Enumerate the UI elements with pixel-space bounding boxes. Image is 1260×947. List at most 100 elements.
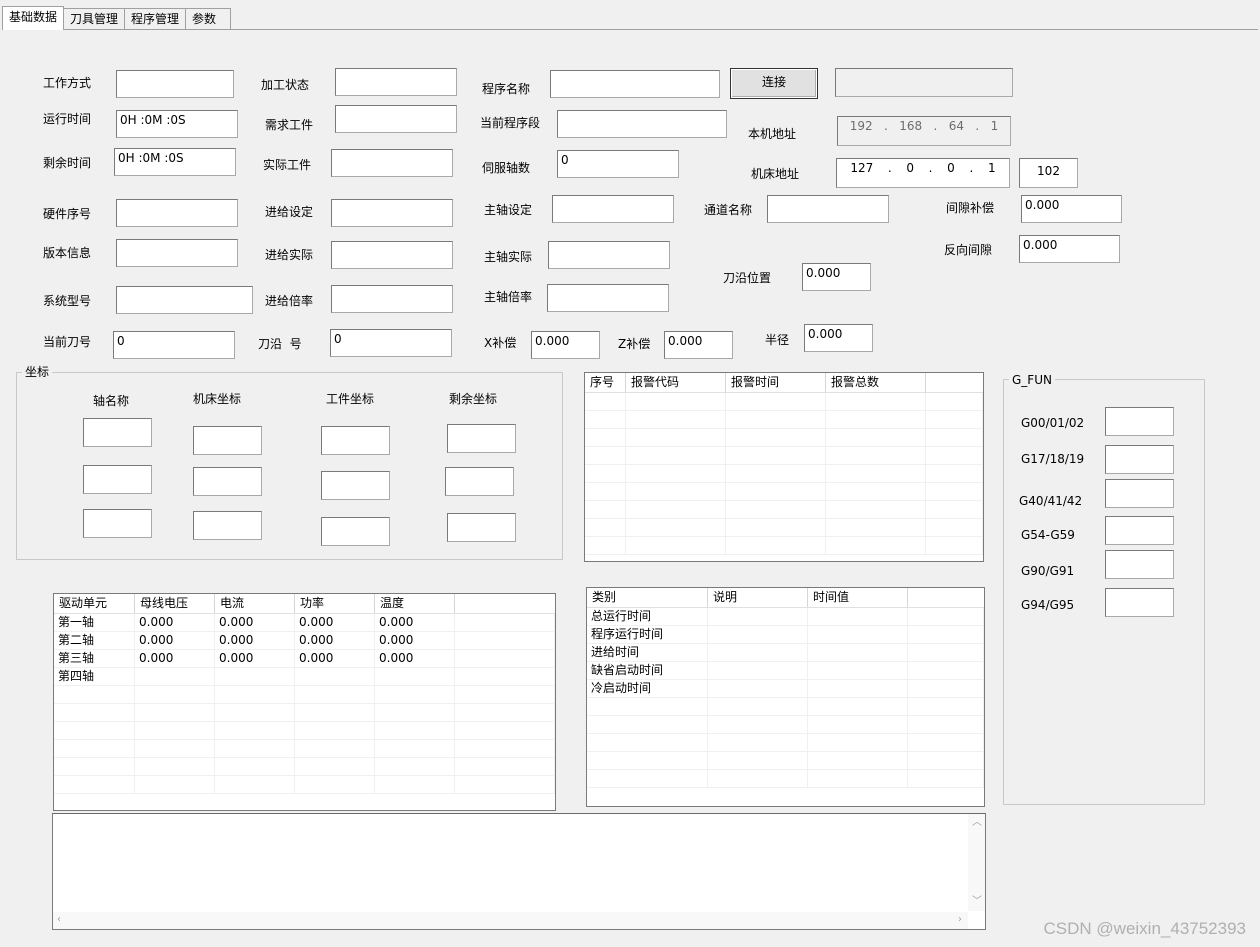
machine-ip-octet[interactable]: 0 xyxy=(906,161,914,185)
table-row[interactable]: 第三轴 0.000 0.000 0.000 0.000 xyxy=(54,650,555,668)
gfun-field[interactable] xyxy=(1105,516,1174,545)
table-row[interactable] xyxy=(585,447,983,465)
machine-ip-field[interactable]: 127. 0. 0. 1 xyxy=(836,158,1010,188)
current-tool-field[interactable]: 0 xyxy=(113,331,235,359)
table-row[interactable] xyxy=(585,537,983,555)
scroll-left-icon[interactable]: ‹ xyxy=(57,915,61,925)
time-col-category[interactable]: 类别 xyxy=(587,588,708,607)
work-coord-field[interactable] xyxy=(321,517,390,546)
table-row[interactable] xyxy=(54,686,555,704)
alarm-list[interactable]: 序号 报警代码 报警时间 报警总数 xyxy=(584,372,984,562)
prog-name-field[interactable] xyxy=(550,70,720,98)
table-row[interactable] xyxy=(585,465,983,483)
table-row[interactable]: 总运行时间 xyxy=(587,608,984,626)
channel-name-field[interactable] xyxy=(767,195,889,223)
tab-program-management[interactable]: 程序管理 xyxy=(124,8,187,30)
feed-set-field[interactable] xyxy=(331,199,453,227)
alarm-col-index[interactable]: 序号 xyxy=(585,373,626,392)
time-stats-list[interactable]: 类别 说明 时间值 总运行时间 程序运行时间 进给时间 缺省启动时间 冷启动时间 xyxy=(586,587,985,807)
horizontal-scrollbar[interactable]: ‹ › xyxy=(53,912,968,929)
table-row[interactable] xyxy=(585,429,983,447)
need-parts-field[interactable] xyxy=(335,105,457,133)
axis-name-field[interactable] xyxy=(83,418,152,447)
gfun-field[interactable] xyxy=(1105,550,1174,579)
table-row[interactable]: 进给时间 xyxy=(587,644,984,662)
table-row[interactable] xyxy=(585,519,983,537)
work-coord-field[interactable] xyxy=(321,471,390,500)
table-row[interactable]: 程序运行时间 xyxy=(587,626,984,644)
drive-col-unit[interactable]: 驱动单元 xyxy=(54,594,135,613)
spindle-set-field[interactable] xyxy=(552,195,674,223)
table-row[interactable] xyxy=(587,734,984,752)
run-time-field[interactable]: 0H :0M :0S xyxy=(116,110,238,138)
drive-col-temp[interactable]: 温度 xyxy=(375,594,455,613)
table-row[interactable] xyxy=(54,776,555,794)
time-col-desc[interactable]: 说明 xyxy=(708,588,808,607)
actual-parts-field[interactable] xyxy=(331,149,453,177)
gfun-field[interactable] xyxy=(1105,445,1174,474)
time-col-value[interactable]: 时间值 xyxy=(808,588,908,607)
radius-field[interactable]: 0.000 xyxy=(804,324,873,352)
table-row[interactable] xyxy=(54,740,555,758)
table-row[interactable] xyxy=(585,411,983,429)
sys-model-field[interactable] xyxy=(116,286,253,314)
alarm-col-code[interactable]: 报警代码 xyxy=(626,373,726,392)
drive-list[interactable]: 驱动单元 母线电压 电流 功率 温度 第一轴 0.000 0.000 0.000… xyxy=(53,593,556,811)
drive-col-voltage[interactable]: 母线电压 xyxy=(135,594,215,613)
tool-edge-pos-field[interactable]: 0.000 xyxy=(802,263,871,291)
table-row[interactable] xyxy=(54,758,555,776)
machine-coord-field[interactable] xyxy=(193,511,262,540)
remain-coord-field[interactable] xyxy=(445,467,514,496)
x-comp-field[interactable]: 0.000 xyxy=(531,331,600,359)
drive-col-power[interactable]: 功率 xyxy=(295,594,375,613)
scroll-down-icon[interactable]: ﹀ xyxy=(972,897,982,907)
table-row[interactable] xyxy=(587,770,984,788)
gfun-field[interactable] xyxy=(1105,407,1174,436)
tab-tool-management[interactable]: 刀具管理 xyxy=(63,8,126,30)
table-row[interactable] xyxy=(585,393,983,411)
hw-serial-field[interactable] xyxy=(116,199,238,227)
remain-coord-field[interactable] xyxy=(447,513,516,542)
backlash-comp-field[interactable]: 0.000 xyxy=(1021,195,1122,223)
scroll-right-icon[interactable]: › xyxy=(958,915,962,925)
table-row[interactable] xyxy=(587,698,984,716)
machine-coord-field[interactable] xyxy=(193,426,262,455)
gfun-field[interactable] xyxy=(1105,479,1174,508)
tool-edge-no-field[interactable]: 0 xyxy=(330,329,452,357)
port-field[interactable]: 102 xyxy=(1019,158,1078,188)
axis-name-field[interactable] xyxy=(83,465,152,494)
cur-block-field[interactable] xyxy=(557,110,727,138)
remain-coord-field[interactable] xyxy=(447,424,516,453)
servo-axes-field[interactable]: 0 xyxy=(557,150,679,178)
machine-coord-field[interactable] xyxy=(193,467,262,496)
table-row[interactable]: 第一轴 0.000 0.000 0.000 0.000 xyxy=(54,614,555,632)
remain-time-field[interactable]: 0H :0M :0S xyxy=(114,148,236,176)
table-row[interactable] xyxy=(587,716,984,734)
table-row[interactable] xyxy=(585,501,983,519)
table-row[interactable]: 缺省启动时间 xyxy=(587,662,984,680)
machine-ip-octet[interactable]: 0 xyxy=(947,161,955,185)
proc-state-field[interactable] xyxy=(335,68,457,96)
machine-ip-octet[interactable]: 1 xyxy=(988,161,996,185)
table-row[interactable]: 冷启动时间 xyxy=(587,680,984,698)
table-row[interactable] xyxy=(587,752,984,770)
version-field[interactable] xyxy=(116,239,238,267)
work-mode-field[interactable] xyxy=(116,70,234,98)
reverse-gap-field[interactable]: 0.000 xyxy=(1019,235,1120,263)
spindle-rate-field[interactable] xyxy=(547,284,669,312)
table-row[interactable]: 第二轴 0.000 0.000 0.000 0.000 xyxy=(54,632,555,650)
feed-actual-field[interactable] xyxy=(331,241,453,269)
spindle-actual-field[interactable] xyxy=(548,241,670,269)
table-row[interactable] xyxy=(585,483,983,501)
connect-button[interactable]: 连接 xyxy=(730,68,818,99)
feed-rate-field[interactable] xyxy=(331,285,453,313)
scroll-up-icon[interactable]: ︿ xyxy=(972,818,982,828)
z-comp-field[interactable]: 0.000 xyxy=(664,331,733,359)
work-coord-field[interactable] xyxy=(321,426,390,455)
table-row[interactable] xyxy=(54,704,555,722)
tab-parameters[interactable]: 参数 xyxy=(185,8,232,30)
gfun-field[interactable] xyxy=(1105,588,1174,617)
machine-ip-octet[interactable]: 127 xyxy=(850,161,873,185)
alarm-col-total[interactable]: 报警总数 xyxy=(826,373,926,392)
log-textarea[interactable]: ︿ ﹀ ‹ › xyxy=(52,813,986,930)
